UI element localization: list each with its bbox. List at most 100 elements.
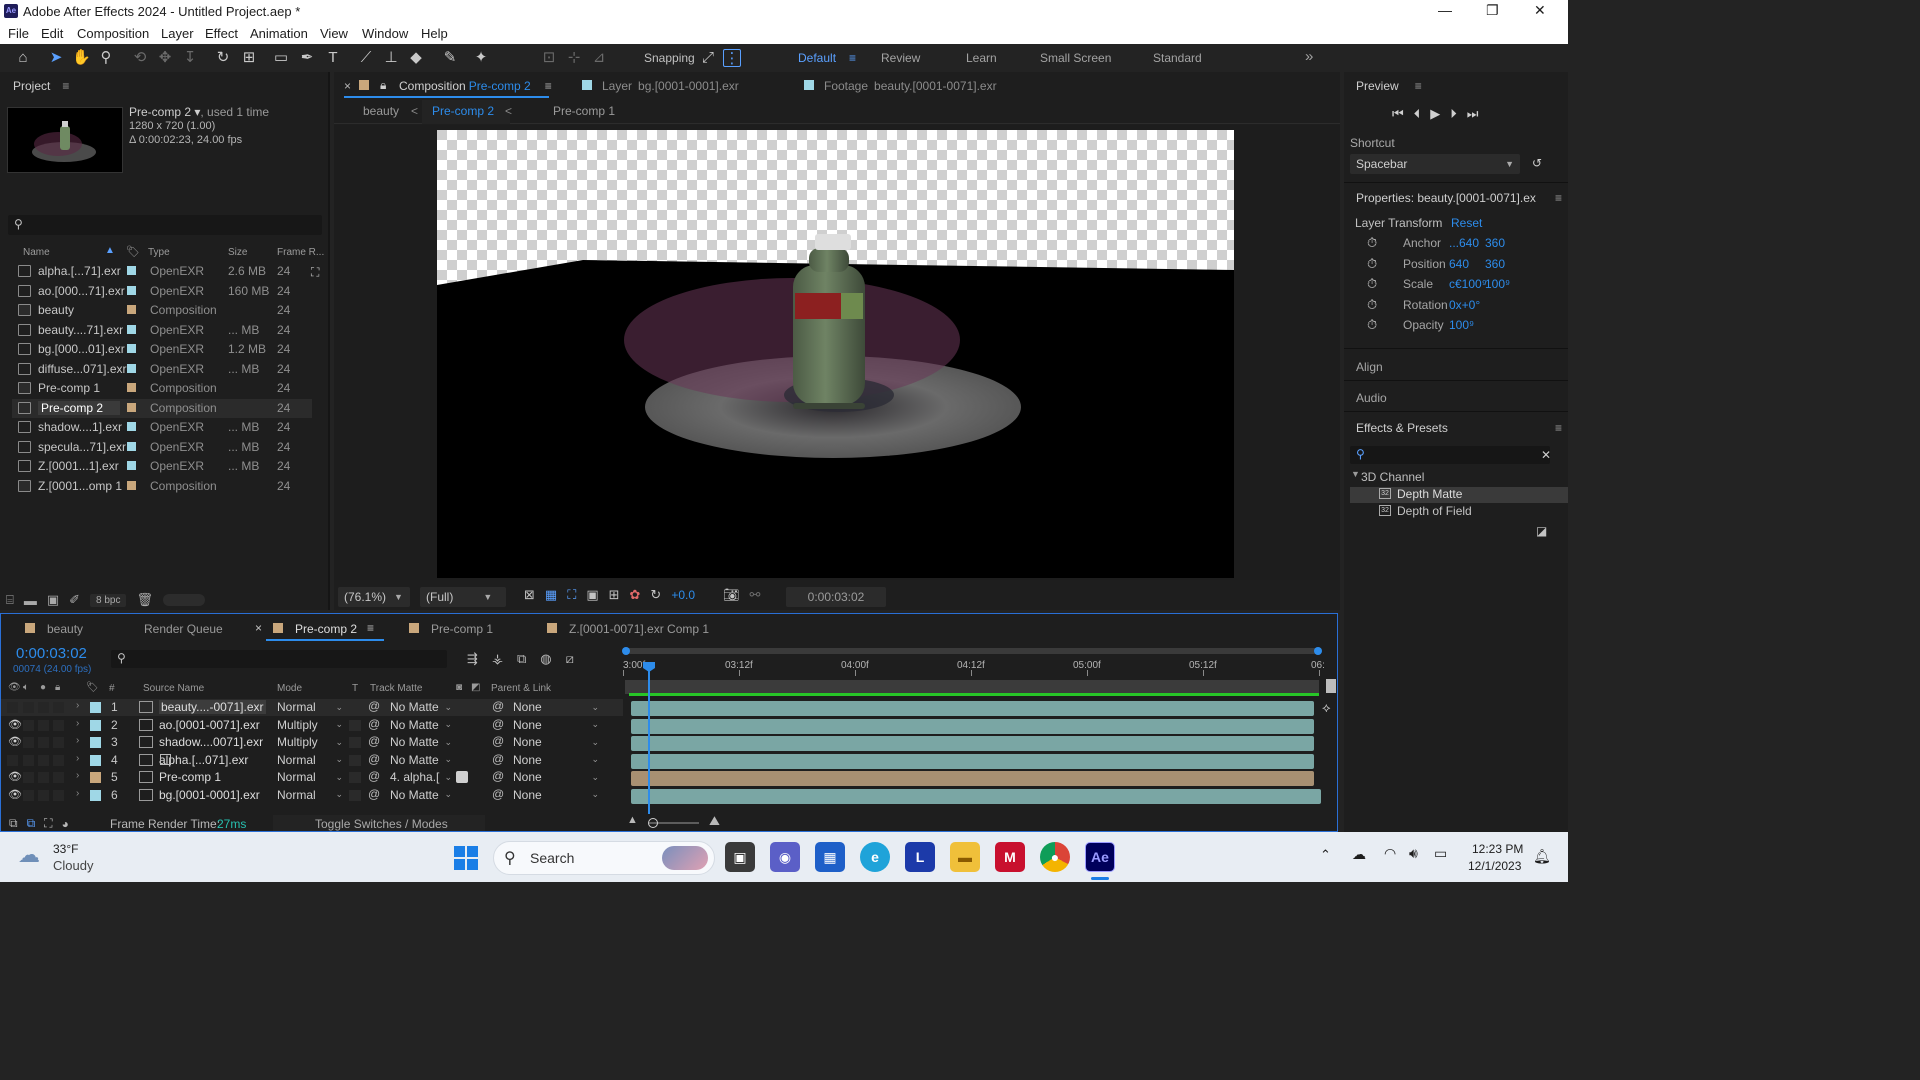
- label-color-swatch[interactable]: [127, 383, 136, 392]
- matte-pickwhip-icon[interactable]: @: [368, 734, 380, 748]
- workspace-overflow-icon[interactable]: »: [1305, 48, 1313, 65]
- workspace-menu-icon[interactable]: ≡: [849, 51, 856, 65]
- in-out-pane-icon[interactable]: ⛶: [44, 816, 52, 831]
- col-size[interactable]: Size: [228, 247, 247, 258]
- blend-mode-dropdown[interactable]: Multiply ⌄: [277, 735, 343, 749]
- hand-tool-icon[interactable]: ✋: [72, 49, 91, 67]
- col-mode[interactable]: Mode: [277, 683, 302, 694]
- track-matte-dropdown[interactable]: No Matte ⌄: [390, 788, 452, 802]
- breadcrumb-pre-comp-1[interactable]: Pre-comp 1: [553, 104, 615, 118]
- graph-editor-icon[interactable]: ⧄: [566, 651, 574, 667]
- microsoft-store-icon[interactable]: ▦: [815, 842, 845, 872]
- layer-row[interactable]: › 4 alpha.[...071].exr Normal ⌄ @ No Matte ⌄ @ No…: [1, 752, 623, 769]
- tab-menu-icon[interactable]: ≡: [545, 79, 552, 93]
- solo-toggle[interactable]: [38, 789, 49, 801]
- menu-file[interactable]: File: [8, 26, 29, 41]
- zoom-tool-icon[interactable]: ⚲: [97, 49, 115, 67]
- lock-icon[interactable]: 🔒︎: [380, 78, 386, 93]
- layer-duration-bar[interactable]: [631, 736, 1314, 751]
- col-frame-rate[interactable]: Frame R...: [277, 247, 324, 258]
- next-frame-icon[interactable]: ⏵: [1450, 106, 1457, 122]
- menu-help[interactable]: Help: [421, 26, 448, 41]
- layer-source-name[interactable]: shadow....0071].exr: [159, 735, 263, 749]
- chrome-browser-icon[interactable]: ●: [1040, 842, 1070, 872]
- breadcrumb-beauty[interactable]: beauty: [363, 104, 399, 118]
- col-parent-link[interactable]: Parent & Link: [491, 683, 551, 694]
- preserve-transparency-toggle[interactable]: [349, 702, 361, 713]
- interpret-footage-icon[interactable]: ⌸: [6, 592, 14, 608]
- region-of-interest-icon[interactable]: ⛶: [567, 587, 576, 603]
- col-track-matte[interactable]: Track Matte: [370, 683, 422, 694]
- layer-duration-bar[interactable]: [631, 701, 1314, 716]
- parent-pickwhip-icon[interactable]: @: [492, 699, 504, 713]
- local-axis-icon[interactable]: ⊡: [540, 49, 558, 67]
- align-panel-title[interactable]: Align: [1356, 360, 1383, 374]
- layer-row[interactable]: 👁︎ › 5 Pre-comp 1 Normal ⌄ @4. alpha.[⌄ @ None ⌄: [1, 769, 623, 786]
- layer-row[interactable]: 👁︎ › 2 ao.[0001-0071].exr Multiply ⌄ @ No Matte…: [1, 717, 623, 734]
- chevron-up-icon[interactable]: ⌃: [1320, 847, 1331, 863]
- edge-browser-icon[interactable]: e: [860, 842, 890, 872]
- stopwatch-icon[interactable]: ⏱: [1367, 235, 1377, 251]
- transfer-controls-pane-icon[interactable]: ⧉: [27, 816, 36, 831]
- matte-pickwhip-icon[interactable]: @: [368, 787, 380, 801]
- layer-duration-bar[interactable]: [631, 788, 1321, 804]
- exposure-value[interactable]: +0.0: [671, 588, 695, 602]
- project-item[interactable]: Z.[0001...omp 1 Composition 24: [12, 477, 312, 496]
- previous-frame-icon[interactable]: ⏴: [1414, 106, 1421, 122]
- properties-menu-icon[interactable]: ≡: [1555, 191, 1562, 205]
- layer-source-name[interactable]: bg.[0001-0001].exr: [159, 788, 260, 802]
- after-effects-taskbar-icon[interactable]: Ae: [1085, 842, 1115, 872]
- project-item[interactable]: Pre-comp 1 Composition 24: [12, 379, 312, 398]
- label-color-swatch[interactable]: [127, 402, 136, 412]
- navigator-end-handle[interactable]: [1314, 647, 1322, 655]
- clock-date[interactable]: 12/1/2023: [1468, 859, 1521, 873]
- type-tool-icon[interactable]: T: [324, 49, 342, 67]
- effects-search-input[interactable]: ⚲: [1350, 446, 1550, 464]
- draft-3d-icon[interactable]: ⚶: [492, 651, 503, 667]
- track-matte-dropdown[interactable]: No Matte ⌄: [390, 735, 452, 749]
- preserve-transparency-toggle[interactable]: [349, 789, 361, 801]
- weather-description[interactable]: Cloudy: [53, 858, 93, 873]
- chevron-down-icon[interactable]: ▼: [1351, 469, 1360, 479]
- motion-blur-icon[interactable]: ◍: [540, 651, 551, 667]
- audio-toggle[interactable]: [23, 789, 34, 801]
- parent-pickwhip-icon[interactable]: @: [492, 717, 504, 731]
- timeline-tab[interactable]: Pre-comp 2: [295, 622, 357, 636]
- lock-toggle[interactable]: [53, 702, 64, 713]
- show-snapshot-icon[interactable]: ⚯: [750, 587, 761, 603]
- project-item[interactable]: beauty Composition 24: [12, 301, 312, 320]
- visibility-eye-icon[interactable]: 👁︎: [8, 788, 22, 801]
- stopwatch-icon[interactable]: ⏱: [1367, 256, 1377, 272]
- layer-label-swatch[interactable]: [90, 737, 101, 748]
- clear-search-icon[interactable]: ✕: [1541, 448, 1551, 462]
- blend-mode-dropdown[interactable]: Multiply ⌄: [277, 718, 343, 732]
- label-color-swatch[interactable]: [127, 363, 136, 373]
- layer-source-name[interactable]: beauty....-0071].exr: [159, 700, 266, 714]
- close-tab-icon[interactable]: ×: [344, 79, 351, 93]
- property-value-1[interactable]: 0x+0°: [1449, 298, 1480, 312]
- solo-toggle[interactable]: [38, 772, 49, 783]
- pan-camera-icon[interactable]: ✥: [156, 49, 174, 67]
- preserve-transparency-toggle[interactable]: [349, 737, 361, 748]
- track-matte-dropdown[interactable]: No Matte ⌄: [390, 718, 452, 732]
- hide-shy-layers-icon[interactable]: ⧉: [517, 651, 526, 667]
- visibility-eye-icon[interactable]: 👁︎: [8, 718, 22, 731]
- track-matte-dropdown[interactable]: 4. alpha.[⌄: [390, 770, 452, 784]
- shortcut-dropdown[interactable]: Spacebar ▼: [1350, 154, 1520, 174]
- property-value-2[interactable]: 360: [1485, 257, 1505, 271]
- col-source-name[interactable]: Source Name: [143, 683, 204, 694]
- close-tab-icon[interactable]: ×: [255, 621, 262, 635]
- track-matte-dropdown[interactable]: No Matte ⌄: [390, 753, 452, 767]
- layer-duration-bar[interactable]: [631, 771, 1314, 786]
- clock-time[interactable]: 12:23 PM: [1472, 842, 1523, 856]
- toggle-switches-modes-button[interactable]: Toggle Switches / Modes: [315, 817, 448, 831]
- tab-layer[interactable]: Layer bg.[0001-0001].exr: [602, 79, 739, 93]
- label-column-icon[interactable]: 🏷: [126, 245, 140, 258]
- thumb-comp-name[interactable]: Pre-comp 2 ▾: [129, 105, 200, 119]
- puppet-pin-tool-icon[interactable]: ✦: [472, 49, 490, 67]
- world-axis-icon[interactable]: ⊹: [565, 49, 583, 67]
- stopwatch-icon[interactable]: ⏱: [1367, 317, 1377, 333]
- property-value-1[interactable]: ...640: [1449, 236, 1479, 250]
- rotation-tool-icon[interactable]: ↻: [214, 49, 232, 67]
- menu-animation[interactable]: Animation: [250, 26, 308, 41]
